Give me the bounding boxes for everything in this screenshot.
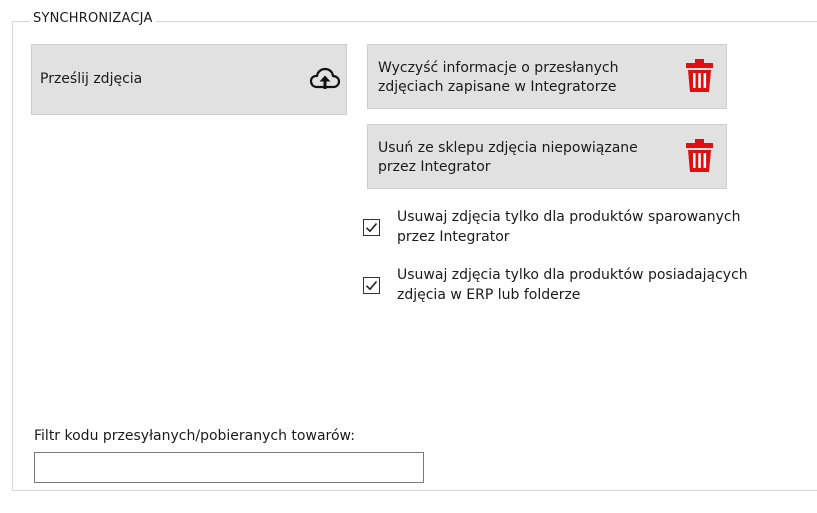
upload-photos-label: Prześlij zdjęcia (40, 71, 143, 87)
cloud-upload-icon (309, 67, 341, 91)
clear-uploaded-info-button[interactable]: Wyczyść informacje o przesłanych zdjęcia… (367, 44, 727, 109)
checkbox-products-with-photos-box[interactable] (363, 277, 380, 294)
remove-unlinked-photos-button[interactable]: Usuń ze sklepu zdjęcia niepowiązane prze… (367, 124, 727, 189)
checkbox-paired-products[interactable]: Usuwaj zdjęcia tylko dla produktów sparo… (363, 207, 763, 249)
upload-photos-button[interactable]: Prześlij zdjęcia (31, 44, 347, 115)
checkbox-paired-products-box[interactable] (363, 219, 380, 236)
checkbox-products-with-photos-label: Usuwaj zdjęcia tylko dla produktów posia… (397, 267, 748, 303)
checkbox-paired-products-label: Usuwaj zdjęcia tylko dla produktów sparo… (397, 209, 741, 245)
filter-label: Filtr kodu przesyłanych/pobieranych towa… (34, 428, 355, 444)
sync-panel: SYNCHRONIZACJA Prześlij zdjęcia Wyczyść … (0, 0, 817, 513)
checkbox-products-with-photos[interactable]: Usuwaj zdjęcia tylko dla produktów posia… (363, 265, 783, 307)
filter-input[interactable] (34, 452, 424, 483)
remove-unlinked-photos-label: Usuń ze sklepu zdjęcia niepowiązane prze… (378, 140, 638, 175)
clear-uploaded-info-label: Wyczyść informacje o przesłanych zdjęcia… (378, 60, 619, 95)
trash-icon (686, 139, 713, 173)
group-title: SYNCHRONIZACJA (30, 11, 156, 26)
trash-icon (686, 59, 713, 93)
